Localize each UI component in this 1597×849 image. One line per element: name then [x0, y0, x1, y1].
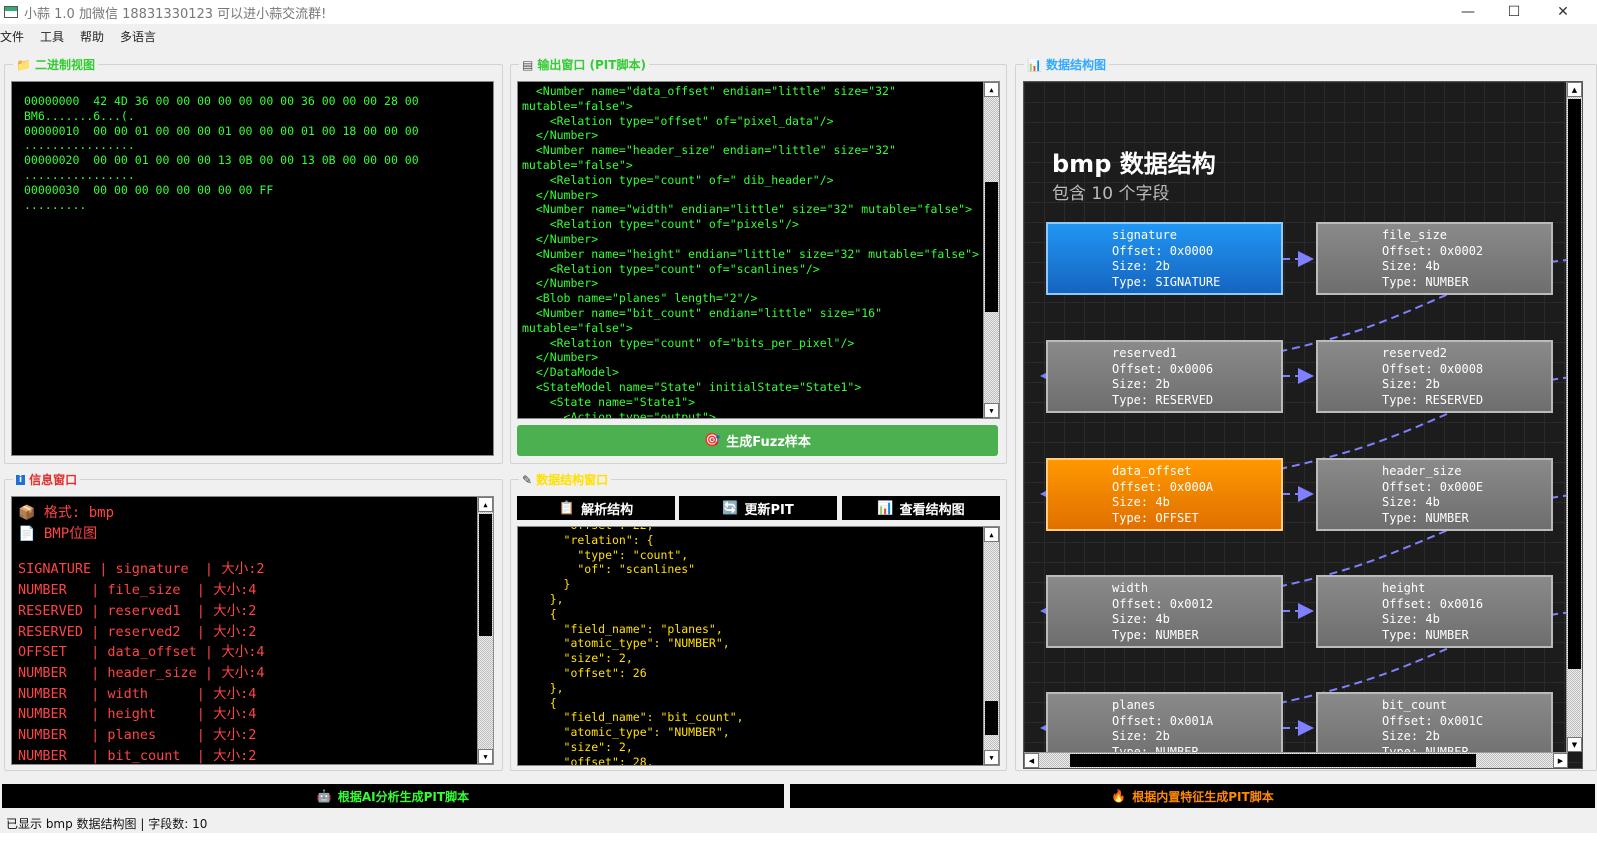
node-data_offset[interactable]: data_offset Offset: 0x000A Size: 4b Type: O… [1046, 458, 1283, 531]
bar-chart-icon: 📊 [1027, 57, 1042, 72]
connection-lines [1040, 251, 1582, 736]
node-reserved2[interactable]: reserved2 Offset: 0x0008 Size: 2b Type: RES… [1316, 340, 1553, 413]
node-reserved1[interactable]: reserved1 Offset: 0x0006 Size: 2b Type: RES… [1046, 340, 1283, 413]
menu-bar: 文件 工具 帮助 多语言 [0, 26, 172, 46]
pencil-icon: ✎ [522, 472, 533, 487]
update-pit-button[interactable]: 🔄 更新PIT [679, 496, 837, 520]
node-header_size[interactable]: header_size Offset: 0x000E Size: 4b Type: N… [1316, 458, 1553, 531]
status-text: 已显示 bmp 数据结构图 | 字段数: 10 [6, 816, 208, 831]
info-text[interactable]: 📦 格式: bmp 📄 BMP位图 SIGNATURE | signature … [11, 496, 494, 765]
scroll-thumb[interactable] [1070, 754, 1476, 767]
scroll-down-arrow[interactable]: ▼ [478, 749, 493, 764]
parse-structure-button[interactable]: 📋 解析结构 [517, 496, 675, 520]
view-diagram-button[interactable]: 📊 查看结构图 [842, 496, 1000, 520]
scroll-up-arrow[interactable]: ▲ [1567, 82, 1582, 97]
struct-window-group: ✎ 数据结构窗口 📋解析结构 🔄更新PIT 📊查看结构图 "offset": 2… [510, 471, 1007, 771]
pit-script-text[interactable]: <Number name="data_offset" endian="littl… [517, 81, 1000, 419]
description-line: BMP位图 [43, 525, 98, 542]
folder-icon: 📁 [16, 57, 31, 72]
menu-language[interactable]: 多语言 [120, 28, 166, 45]
menu-tools[interactable]: 工具 [40, 28, 74, 45]
output-window-title: 输出窗口 (PIT脚本) [537, 58, 646, 72]
scroll-up-arrow[interactable]: ▲ [984, 82, 999, 97]
struct-json-text[interactable]: "offset": 22, "relation": { "type": "cou… [517, 526, 1000, 766]
close-button[interactable]: ✕ [1540, 0, 1586, 24]
binary-view-title: 二进制视图 [34, 58, 95, 72]
fire-icon: 🔥 [1111, 789, 1127, 803]
scroll-down-arrow[interactable]: ▼ [984, 403, 999, 418]
scroll-down-arrow[interactable]: ▼ [1567, 737, 1582, 752]
binary-view-group: 📁 二进制视图 00000000 42 4D 36 00 00 00 00 00… [4, 56, 503, 464]
document-icon: ▤ [522, 57, 534, 72]
scroll-up-arrow[interactable]: ▲ [984, 527, 999, 542]
generate-fuzz-button[interactable]: 🎯 生成Fuzz样本 [517, 425, 998, 456]
struct-scrollbar[interactable]: ▲ ▼ [983, 527, 999, 765]
scroll-right-arrow[interactable]: ▶ [1553, 753, 1568, 768]
package-icon: 📦 [18, 505, 36, 521]
diagram-canvas[interactable]: bmp 数据结构 包含 10 个字段 signature Offset: 0x00… [1023, 81, 1583, 769]
scroll-thumb[interactable] [985, 182, 998, 312]
scroll-down-arrow[interactable]: ▼ [984, 750, 999, 765]
node-height[interactable]: height Offset: 0x0016 Size: 4b Type: NUMBER [1316, 575, 1553, 648]
builtin-generate-pit-button[interactable]: 🔥 根据内置特征生成PIT脚本 [790, 784, 1595, 808]
diagram-group: 📊 数据结构图 bmp 数据结构 包含 10 个字段 signature Offs [1015, 56, 1597, 771]
format-line: 格式: bmp [43, 505, 115, 521]
file-icon: 📄 [18, 525, 36, 542]
ai-generate-pit-button[interactable]: 🤖 根据AI分析生成PIT脚本 [2, 784, 784, 808]
diagram-title: 数据结构图 [1045, 58, 1106, 72]
minimize-button[interactable]: — [1445, 0, 1491, 24]
robot-icon: 🤖 [316, 789, 332, 803]
target-icon: 🎯 [704, 433, 721, 448]
node-signature[interactable]: signature Offset: 0x0000 Size: 2b Type: SIG… [1046, 222, 1283, 295]
chart-icon: 📊 [877, 500, 894, 516]
status-bar: 已显示 bmp 数据结构图 | 字段数: 10 [0, 813, 1597, 833]
info-window-group: i 信息窗口 📦 格式: bmp 📄 BMP位图 SIGNATURE | sig… [4, 471, 503, 771]
window-title: 小蒜 1.0 加微信 18831330123 可以进小蒜交流群! [24, 6, 327, 22]
node-file_size[interactable]: file_size Offset: 0x0002 Size: 4b Type: NUM… [1316, 222, 1553, 295]
maximize-button[interactable]: ☐ [1491, 0, 1537, 24]
scroll-up-arrow[interactable]: ▲ [478, 497, 493, 512]
diagram-vscrollbar[interactable]: ▲ ▼ [1566, 82, 1582, 752]
info-icon: i [16, 474, 26, 485]
clipboard-icon: 📋 [558, 500, 576, 516]
info-window-title: 信息窗口 [29, 473, 78, 487]
output-window-group: ▤ 输出窗口 (PIT脚本) <Number name="data_offset… [510, 56, 1007, 464]
refresh-icon: 🔄 [722, 500, 739, 516]
scroll-left-arrow[interactable]: ◀ [1024, 753, 1039, 768]
scroll-thumb[interactable] [985, 701, 998, 735]
diagram-hscrollbar[interactable]: ◀ ▶ [1024, 752, 1568, 768]
scroll-thumb[interactable] [1568, 99, 1581, 669]
node-width[interactable]: width Offset: 0x0012 Size: 4b Type: NUMBER [1046, 575, 1283, 648]
field-list: SIGNATURE | signature | 大小:2 NUMBER | fi… [18, 561, 265, 764]
menu-help[interactable]: 帮助 [80, 28, 114, 45]
app-icon [4, 6, 18, 18]
menu-file[interactable]: 文件 [0, 28, 34, 45]
struct-window-title: 数据结构窗口 [536, 473, 609, 487]
pit-script-scrollbar[interactable]: ▲ ▼ [983, 82, 999, 418]
binary-view-text[interactable]: 00000000 42 4D 36 00 00 00 00 00 00 00 3… [11, 81, 494, 456]
info-scrollbar[interactable]: ▲ ▼ [477, 497, 493, 764]
title-bar: 小蒜 1.0 加微信 18831330123 可以进小蒜交流群! — ☐ ✕ [0, 0, 1597, 24]
scroll-thumb[interactable] [479, 514, 492, 636]
